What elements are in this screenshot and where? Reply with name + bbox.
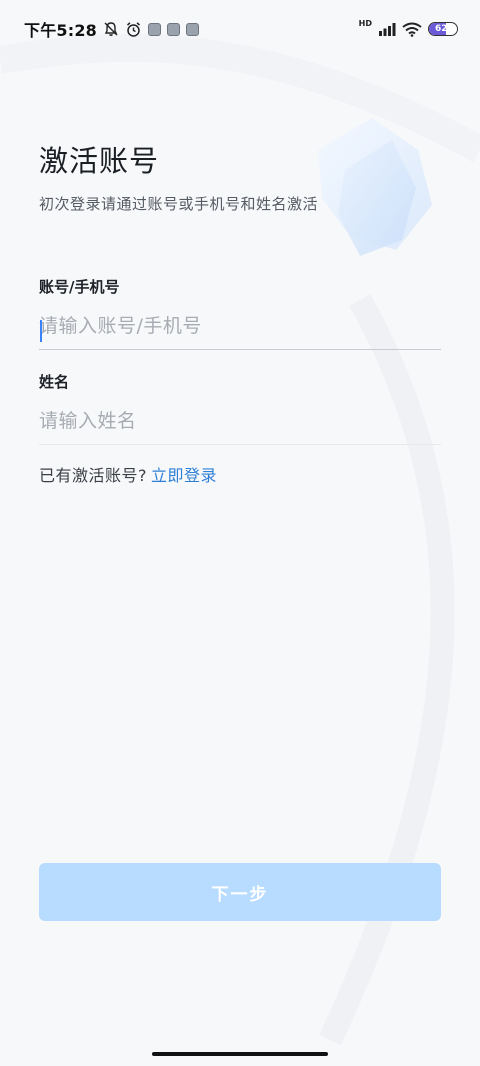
name-field: 姓名	[39, 371, 441, 445]
account-field: 账号/手机号	[39, 276, 441, 350]
page-subtitle: 初次登录请通过账号或手机号和姓名激活	[39, 195, 319, 213]
name-input-wrapper	[39, 404, 441, 444]
battery-level: 62	[435, 24, 448, 34]
app-notification-icon	[186, 22, 199, 36]
status-bar: 下午5:28 HD 62	[0, 0, 480, 58]
app-notification-icon	[148, 22, 161, 36]
account-input-wrapper	[39, 309, 441, 349]
login-link[interactable]: 立即登录	[151, 466, 217, 485]
status-left: 下午5:28	[24, 17, 199, 41]
login-hint: 已有激活账号? 立即登录	[39, 462, 217, 486]
battery-indicator: 62	[428, 22, 458, 36]
status-time: 下午5:28	[24, 21, 97, 40]
hd-label: HD	[358, 19, 372, 28]
text-cursor	[40, 320, 42, 342]
wifi-icon	[402, 22, 422, 37]
status-right: HD 62	[358, 19, 458, 37]
next-button[interactable]: 下一步	[39, 863, 441, 921]
home-indicator[interactable]	[152, 1052, 328, 1056]
account-underline	[39, 349, 441, 350]
login-hint-text: 已有激活账号?	[39, 466, 147, 485]
name-input[interactable]	[39, 404, 441, 444]
account-input[interactable]	[39, 309, 441, 349]
name-underline	[39, 444, 441, 445]
name-label: 姓名	[39, 373, 70, 391]
mute-bell-icon	[103, 21, 119, 37]
app-notification-icon	[167, 22, 180, 36]
signal-icon	[378, 22, 396, 36]
alarm-icon	[125, 21, 142, 38]
account-label: 账号/手机号	[39, 278, 120, 296]
page-title: 激活账号	[39, 144, 160, 178]
